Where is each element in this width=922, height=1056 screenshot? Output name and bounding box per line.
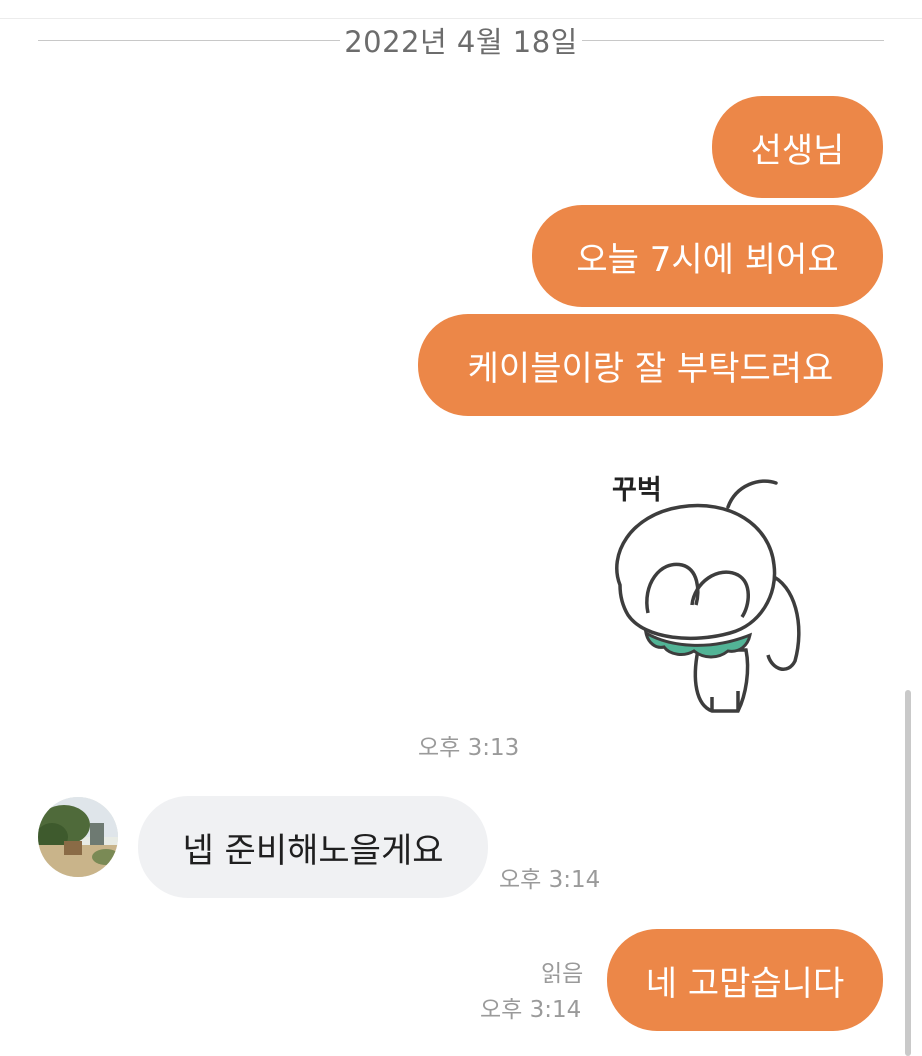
- read-receipt: 읽음: [541, 961, 584, 987]
- outgoing-message-bubble[interactable]: 오늘 7시에 뵈어요: [532, 205, 883, 307]
- top-edge: [0, 0, 922, 19]
- message-timestamp: 오후 3:14: [499, 867, 601, 893]
- outgoing-message-bubble[interactable]: 케이블이랑 잘 부탁드려요: [418, 314, 883, 416]
- outgoing-message-bubble[interactable]: 네 고맙습니다: [607, 929, 883, 1031]
- message-text: 오늘 7시에 뵈어요: [576, 239, 839, 280]
- date-line-left: [38, 39, 341, 41]
- message-text: 선생님: [750, 130, 845, 171]
- scrollbar[interactable]: [905, 690, 911, 1056]
- message-text: 넵 준비해노을게요: [182, 830, 444, 871]
- incoming-message-bubble[interactable]: 넵 준비해노을게요: [138, 796, 488, 898]
- bowing-rabbit-sticker[interactable]: 꾸벅: [600, 465, 840, 720]
- sender-avatar[interactable]: [38, 797, 118, 877]
- rabbit-illustration: 꾸벅: [612, 475, 801, 713]
- date-line-right: [581, 39, 885, 41]
- date-text: 2022년 4월 18일: [344, 25, 578, 59]
- date-separator: 2022년 4월 18일: [38, 20, 885, 60]
- sticker-caption: 꾸벅: [612, 475, 662, 506]
- outgoing-message-bubble[interactable]: 선생님: [712, 96, 883, 198]
- message-timestamp: 오후 3:13: [418, 735, 520, 761]
- avatar-photo: [38, 797, 118, 877]
- message-text: 케이블이랑 잘 부탁드려요: [467, 348, 834, 389]
- chat-screen: 2022년 4월 18일 선생님 오늘 7시에 뵈어요 케이블이랑 잘 부탁드려…: [0, 0, 922, 1056]
- message-timestamp: 오후 3:14: [480, 997, 582, 1023]
- message-text: 네 고맙습니다: [645, 963, 845, 1004]
